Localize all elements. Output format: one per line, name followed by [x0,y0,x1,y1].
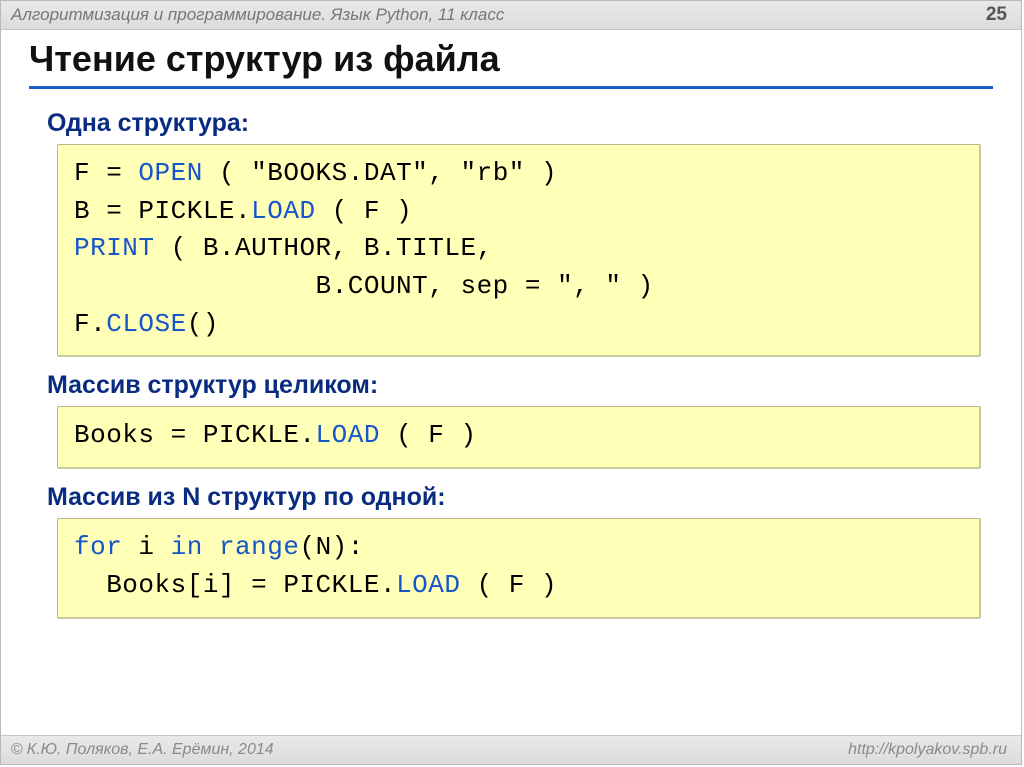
footer-url: http://kpolyakov.spb.ru [848,741,1007,759]
colon: : [437,483,445,511]
slide-footer: ©К.Ю. Поляков, Е.А. Ерёмин, 2014 http://… [1,735,1021,764]
slide-body: Одна структура: F = OPEN ( "BOOKS.DAT", … [1,89,1021,619]
code-block-3: for i in range(N): Books[i] = PICKLE.LOA… [57,518,981,618]
slide-header: Алгоритмизация и программирование. Язык … [1,1,1021,30]
section-heading-1-text: Одна структура [47,109,241,137]
colon: : [241,109,249,137]
colon: : [370,371,378,399]
section-heading-3: Массив из N структур по одной: [47,483,987,512]
section-heading-3-text: Массив из N структур по одной [47,483,437,511]
code-block-2: Books = PICKLE.LOAD ( F ) [57,406,981,469]
page-title: Чтение структур из файла [29,38,1021,80]
section-heading-1: Одна структура: [47,109,987,138]
copyright-text: К.Ю. Поляков, Е.А. Ерёмин, 2014 [27,741,274,758]
section-heading-2-text: Массив структур целиком [47,371,370,399]
page-number: 25 [986,4,1007,26]
section-heading-2: Массив структур целиком: [47,371,987,400]
code-block-1: F = OPEN ( "BOOKS.DAT", "rb" ) B = PICKL… [57,144,981,357]
copyright-icon: © [11,741,23,758]
copyright: ©К.Ю. Поляков, Е.А. Ерёмин, 2014 [11,741,274,759]
breadcrumb: Алгоритмизация и программирование. Язык … [11,5,504,25]
